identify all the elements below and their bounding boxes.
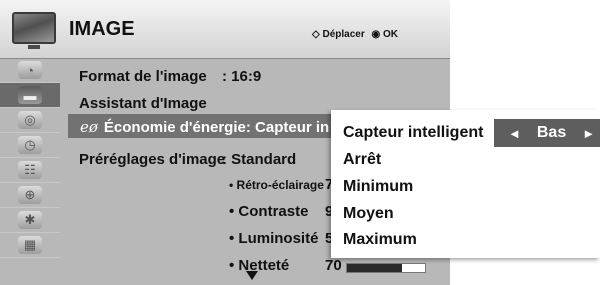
sidebar: ◔ ▬ ◎ ◷ ☷ ⊕ ✱ ▦ bbox=[0, 58, 60, 285]
format-label[interactable]: Format de l'image bbox=[79, 68, 207, 85]
sharpness-label[interactable]: • Netteté bbox=[229, 257, 289, 274]
sidebar-item-picture[interactable]: ▬ bbox=[0, 83, 60, 108]
ok-hint-label: OK bbox=[383, 29, 399, 40]
sharpness-bar[interactable] bbox=[346, 263, 426, 273]
sidebar-item-time[interactable]: ◷ bbox=[0, 133, 60, 158]
picture-icon: ▬ bbox=[18, 86, 42, 104]
option-minimum[interactable]: Minimum bbox=[343, 178, 413, 196]
nav-hint-label: Déplacer bbox=[322, 29, 365, 40]
page-title: IMAGE bbox=[69, 18, 135, 40]
ok-icon: ◉ bbox=[371, 29, 381, 40]
move-icon: ◇ bbox=[312, 29, 320, 40]
eco-label: Économie d'énergie: Capteur in bbox=[103, 119, 330, 136]
left-arrow-icon[interactable]: ◄ bbox=[508, 126, 521, 141]
option-off[interactable]: Arrêt bbox=[343, 151, 381, 169]
selected-value: Bas bbox=[536, 124, 567, 141]
contrast-label[interactable]: • Contraste bbox=[229, 203, 308, 220]
lock-icon: ⊕ bbox=[18, 186, 42, 204]
sidebar-item-audio[interactable]: ◎ bbox=[0, 108, 60, 133]
clock-icon: ◷ bbox=[18, 136, 42, 154]
eco-icon: eø bbox=[80, 118, 98, 136]
eco-row[interactable]: eø Économie d'énergie: Capteur in bbox=[80, 118, 329, 136]
sharpness-value: 70 bbox=[325, 257, 342, 274]
network-icon: ✱ bbox=[18, 211, 42, 229]
sharpness-bar-fill bbox=[347, 264, 402, 272]
brightness-label[interactable]: • Luminosité bbox=[229, 230, 318, 247]
nav-hint: ◇ Déplacer ◉ OK bbox=[312, 29, 398, 40]
option-medium[interactable]: Moyen bbox=[343, 205, 394, 223]
sidebar-item-media[interactable]: ▦ bbox=[0, 233, 60, 258]
sidebar-item-lock[interactable]: ⊕ bbox=[0, 183, 60, 208]
assistant-label[interactable]: Assistant d'Image bbox=[79, 95, 207, 112]
preset-label[interactable]: Préréglages d'image bbox=[79, 151, 225, 168]
menu-header: IMAGE ◇ Déplacer ◉ OK bbox=[0, 0, 450, 59]
film-icon: ▦ bbox=[18, 236, 42, 254]
format-value: : 16:9 bbox=[222, 68, 262, 85]
sidebar-item-options[interactable]: ☷ bbox=[0, 158, 60, 183]
preset-value: : Standard bbox=[222, 151, 297, 168]
smart-sensor-selector[interactable]: ◄ Bas ► bbox=[494, 119, 600, 147]
smart-sensor-popup: Capteur intelligent ◄ Bas ► Arrêt Minimu… bbox=[331, 110, 600, 258]
scroll-down-icon[interactable] bbox=[246, 271, 258, 280]
backlight-label[interactable]: • Rétro-éclairage bbox=[229, 178, 324, 192]
sidebar-item-satellite[interactable]: ◔ bbox=[0, 58, 60, 83]
speaker-icon: ◎ bbox=[18, 111, 42, 129]
option-maximum[interactable]: Maximum bbox=[343, 231, 417, 249]
right-arrow-icon[interactable]: ► bbox=[582, 126, 595, 141]
popup-title: Capteur intelligent bbox=[343, 124, 484, 141]
sidebar-item-network[interactable]: ✱ bbox=[0, 208, 60, 233]
options-icon: ☷ bbox=[18, 161, 42, 179]
tv-icon bbox=[12, 12, 56, 49]
satellite-dish-icon: ◔ bbox=[18, 61, 42, 79]
